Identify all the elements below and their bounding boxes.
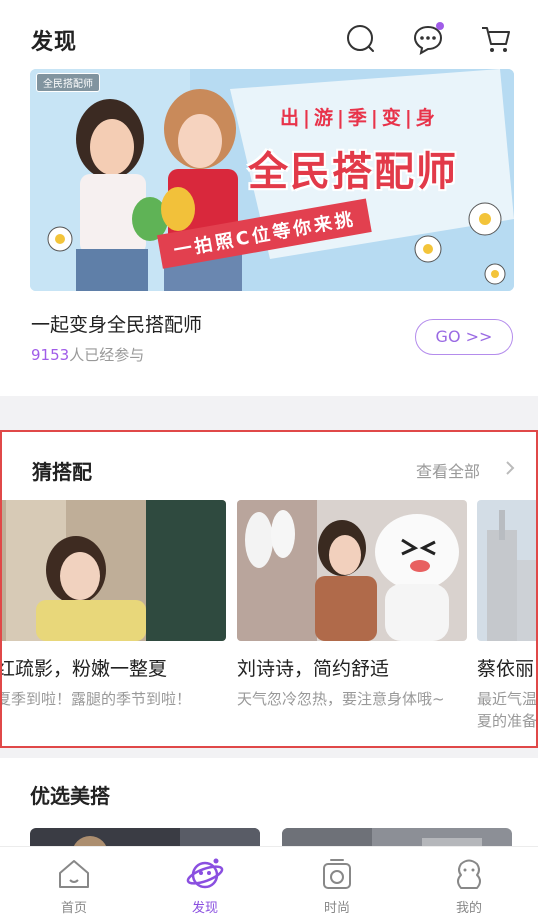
search-icon[interactable] [344,22,378,56]
chevron-right-icon[interactable] [504,460,516,476]
participant-count: 9153人已经参与 [31,344,144,365]
banner-headline-large: 全民搭配师 [248,149,458,195]
banner-headline-small: 出|游|季|变|身 [280,107,439,129]
view-all-link[interactable]: 查看全部 [416,458,480,482]
participant-suffix: 人已经参与 [69,346,145,364]
discover-page: 发现 全民搭配师 出|游|季|变|身 全民搭配师 一拍照C位等你来挑 一起变身全… [0,0,538,916]
outfit-desc: 天气忽冷忽热，要注意身体哦~ [237,690,445,708]
outfit-image [2,500,226,641]
outfit-image [237,500,467,641]
guess-outfit-section: 猜搭配 查看全部 红疏影，粉嫩一整夏 夏季到啦！露腿的季节到啦！ 刘诗诗，简约舒… [0,430,538,748]
tab-fashion[interactable]: 时尚 [270,847,404,916]
campaign-banner[interactable]: 全民搭配师 出|游|季|变|身 全民搭配师 一拍照C位等你来挑 [30,69,514,291]
top-header: 发现 [0,0,538,66]
tab-label: 时尚 [323,901,350,916]
featured-campaign: 全民搭配师 出|游|季|变|身 全民搭配师 一拍照C位等你来挑 一起变身全民搭配… [0,66,538,396]
camera-icon [318,855,356,893]
outfit-title: 蔡依丽 [477,658,535,680]
profile-icon [450,855,488,893]
outfit-desc-line1: 最近气温 [477,690,536,708]
section-title: 优选美搭 [30,784,110,808]
planet-icon [186,855,224,893]
tab-discover[interactable]: 发现 [138,847,272,916]
outfit-title: 刘诗诗，简约舒适 [237,658,390,680]
tab-me[interactable]: 我的 [402,847,536,916]
outfit-title: 红疏影，粉嫩一整夏 [2,658,168,680]
participant-number: 9153 [31,346,70,364]
message-icon[interactable] [411,22,445,56]
outfit-desc-line2: 夏的准备 [477,712,536,730]
tab-label: 我的 [455,901,482,916]
bottom-tab-bar: 首页 发现 时尚 我的 [0,846,538,916]
home-icon [55,855,93,893]
tab-home[interactable]: 首页 [7,847,141,916]
tab-label: 发现 [191,901,218,916]
section-title: 猜搭配 [32,460,92,484]
outfit-image [477,500,536,641]
tab-label: 首页 [60,901,87,916]
cart-icon[interactable] [479,22,513,56]
page-title: 发现 [31,30,78,55]
go-button[interactable]: GO >> [415,319,513,355]
outfit-carousel[interactable]: 红疏影，粉嫩一整夏 夏季到啦！露腿的季节到啦！ 刘诗诗，简约舒适 天气忽冷忽热，… [2,500,536,740]
outfit-desc: 夏季到啦！露腿的季节到啦！ [2,690,192,708]
campaign-title: 一起变身全民搭配师 [31,314,203,336]
outfit-desc: 最近气温 夏的准备 [477,688,536,732]
banner-tag: 全民搭配师 [36,73,100,92]
